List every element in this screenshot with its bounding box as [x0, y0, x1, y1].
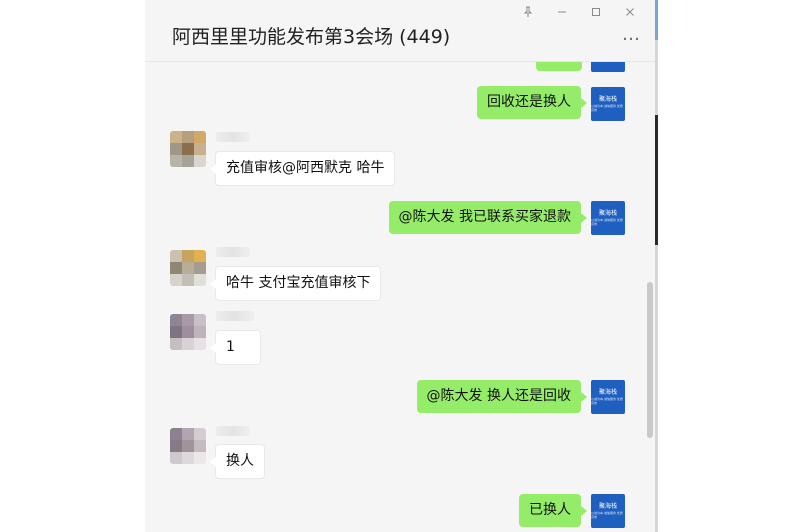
- self-avatar[interactable]: 聚海栈 以诚为本·诚信服务 优质高效: [591, 201, 625, 235]
- message-text: 充值审核@阿西默克 哈牛: [226, 160, 385, 176]
- self-avatar[interactable]: 聚海栈 以诚为本·诚信服务 优质高效: [591, 380, 625, 414]
- sender-name: [216, 426, 250, 436]
- message-text: 已换人: [529, 502, 571, 518]
- message-list[interactable]: 聚海栈 回收还是换人 聚海栈 以诚为本·诚信服务 优质高效 充值审核@阿西默克 …: [145, 62, 655, 532]
- self-avatar[interactable]: 聚海栈: [591, 62, 625, 72]
- maximize-icon[interactable]: [579, 4, 613, 20]
- message-text: 换人: [226, 453, 254, 469]
- message-bubble-incoming[interactable]: 1: [210, 330, 261, 365]
- message-bubble-incoming[interactable]: 充值审核@阿西默克 哈牛: [209, 151, 396, 186]
- sender-name: [216, 132, 250, 142]
- close-icon[interactable]: [613, 4, 647, 20]
- message-text: 回收还是换人: [487, 94, 571, 110]
- message-bubble-incoming[interactable]: 哈牛 支付宝充值审核下: [209, 266, 382, 301]
- sender-avatar[interactable]: [170, 250, 206, 286]
- message-text: @陈大发 我已联系买家退款: [398, 209, 571, 225]
- sender-avatar[interactable]: [170, 131, 206, 167]
- sender-name: [216, 247, 250, 257]
- self-avatar[interactable]: 聚海栈 以诚为本·诚信服务 优质高效: [591, 494, 625, 528]
- pin-icon[interactable]: [511, 4, 545, 20]
- message-bubble-outgoing[interactable]: @陈大发 我已联系买家退款: [388, 201, 588, 234]
- message-text: @陈大发 换人还是回收: [426, 388, 571, 404]
- more-options-button[interactable]: …: [622, 26, 641, 44]
- message-text: 1: [226, 339, 235, 355]
- sender-name: [216, 311, 254, 321]
- message-bubble-outgoing[interactable]: 回收还是换人: [477, 86, 587, 119]
- chat-title: 阿西里里功能发布第3会场 (449): [172, 26, 451, 48]
- message-bubble-outgoing[interactable]: [536, 62, 582, 71]
- message-bubble-incoming[interactable]: 换人: [210, 444, 265, 479]
- chat-window: 阿西里里功能发布第3会场 (449) … 聚海栈 回收还是: [145, 0, 655, 532]
- screen: 阿西里里功能发布第3会场 (449) … 聚海栈 回收还是: [0, 0, 808, 532]
- window-border-accent: [655, 0, 658, 40]
- sender-avatar[interactable]: [170, 428, 206, 464]
- message-bubble-outgoing[interactable]: @陈大发 换人还是回收: [416, 380, 588, 413]
- chat-scrollbar-thumb[interactable]: [647, 282, 653, 438]
- window-border-strip: [655, 115, 658, 245]
- message-bubble-outgoing[interactable]: 已换人: [519, 494, 587, 527]
- sender-avatar[interactable]: [170, 314, 206, 350]
- message-text: 哈牛 支付宝充值审核下: [226, 275, 371, 291]
- window-border: [655, 0, 658, 532]
- window-controls: [511, 4, 647, 20]
- minimize-icon[interactable]: [545, 4, 579, 20]
- self-avatar[interactable]: 聚海栈 以诚为本·诚信服务 优质高效: [591, 87, 625, 121]
